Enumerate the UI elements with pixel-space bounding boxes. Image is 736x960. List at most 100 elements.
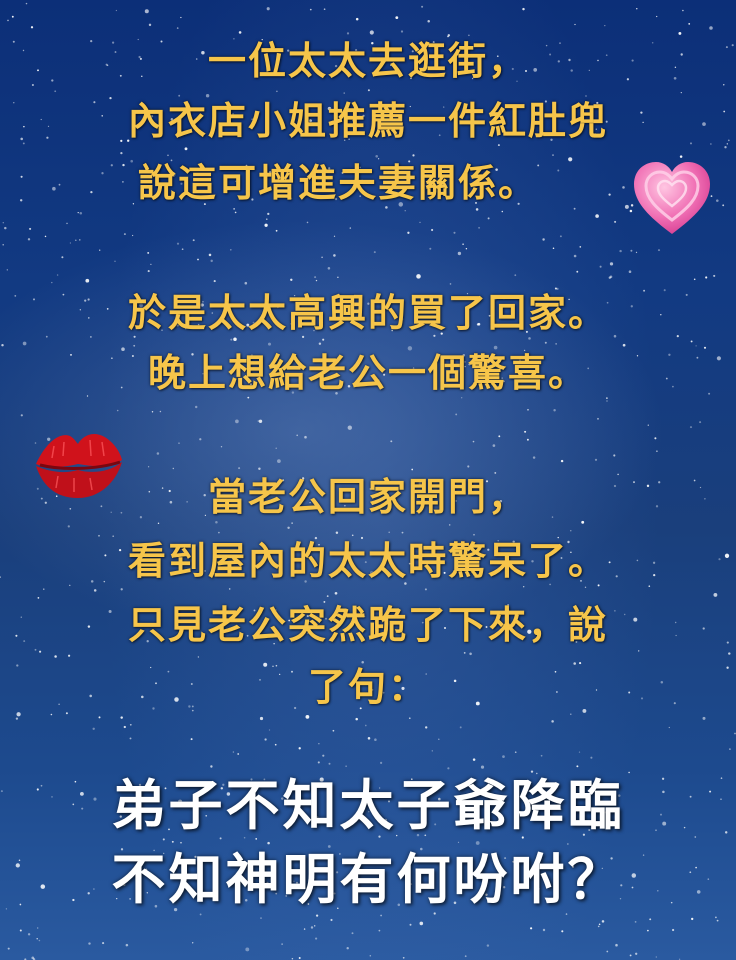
star (88, 942, 91, 945)
star (258, 419, 263, 423)
star (453, 231, 456, 234)
star (162, 838, 165, 841)
star (197, 656, 200, 658)
star (522, 7, 525, 11)
star (318, 743, 320, 745)
star (601, 920, 605, 923)
star (447, 767, 450, 770)
star (45, 335, 48, 338)
star (606, 950, 609, 953)
star (192, 942, 194, 944)
star (314, 925, 316, 927)
star (290, 278, 293, 281)
star (120, 151, 123, 155)
star (411, 468, 414, 471)
star (723, 84, 725, 86)
star (178, 94, 181, 97)
star (79, 211, 83, 215)
star (29, 227, 32, 230)
star (176, 242, 180, 245)
star (233, 337, 237, 342)
star (532, 456, 536, 459)
star (90, 336, 92, 338)
star (408, 717, 411, 720)
star (306, 221, 309, 224)
star (552, 154, 554, 156)
star (328, 762, 331, 765)
star (180, 16, 182, 19)
star (39, 650, 42, 653)
star (125, 943, 129, 947)
star (581, 520, 585, 524)
star (647, 424, 649, 426)
star (606, 397, 608, 399)
star (472, 440, 475, 443)
star (469, 652, 472, 656)
star (567, 843, 569, 845)
star (574, 23, 576, 26)
star (315, 279, 318, 282)
star (332, 729, 335, 732)
star (93, 589, 97, 592)
star (573, 254, 577, 258)
star (92, 727, 95, 730)
star (724, 146, 727, 149)
star (654, 437, 657, 440)
star (274, 743, 277, 746)
star (44, 235, 47, 238)
star (176, 27, 179, 29)
star (680, 92, 682, 94)
star (304, 435, 307, 439)
star (355, 17, 359, 21)
star (635, 952, 638, 955)
star (244, 281, 248, 285)
star (25, 2, 28, 5)
star (385, 206, 388, 209)
star (232, 751, 235, 753)
star (606, 400, 608, 402)
star (380, 914, 382, 917)
star (705, 276, 708, 279)
star (407, 231, 410, 234)
star (181, 248, 184, 251)
star (578, 751, 581, 753)
star (298, 957, 301, 959)
star (702, 716, 706, 720)
star (668, 726, 670, 729)
star (486, 944, 490, 947)
star (129, 723, 132, 726)
star (172, 467, 174, 470)
star (364, 724, 367, 727)
star (367, 737, 371, 740)
star (715, 916, 717, 919)
star (462, 243, 464, 246)
star (514, 274, 517, 277)
star (334, 591, 338, 595)
star (647, 929, 649, 932)
image-canvas: 一位太太去逛街， 內衣店小姐推薦一件紅肚兜 說這可增進夫妻關係。 於是太太高興的… (0, 0, 736, 960)
star (22, 341, 27, 346)
star (102, 942, 105, 945)
star (98, 534, 100, 537)
star (268, 729, 271, 731)
star (245, 947, 250, 952)
star (147, 270, 150, 273)
star (114, 260, 116, 262)
star (281, 943, 283, 945)
star (50, 713, 53, 716)
star (69, 242, 72, 244)
star (473, 533, 475, 536)
star (129, 737, 132, 740)
star (36, 938, 38, 940)
star (497, 144, 500, 147)
star (258, 467, 261, 470)
star (570, 713, 572, 715)
star (713, 274, 716, 277)
star (247, 396, 250, 399)
star (276, 90, 278, 93)
star (19, 929, 22, 932)
star (728, 652, 731, 655)
star (330, 918, 333, 922)
star (552, 247, 555, 249)
star (487, 217, 490, 220)
